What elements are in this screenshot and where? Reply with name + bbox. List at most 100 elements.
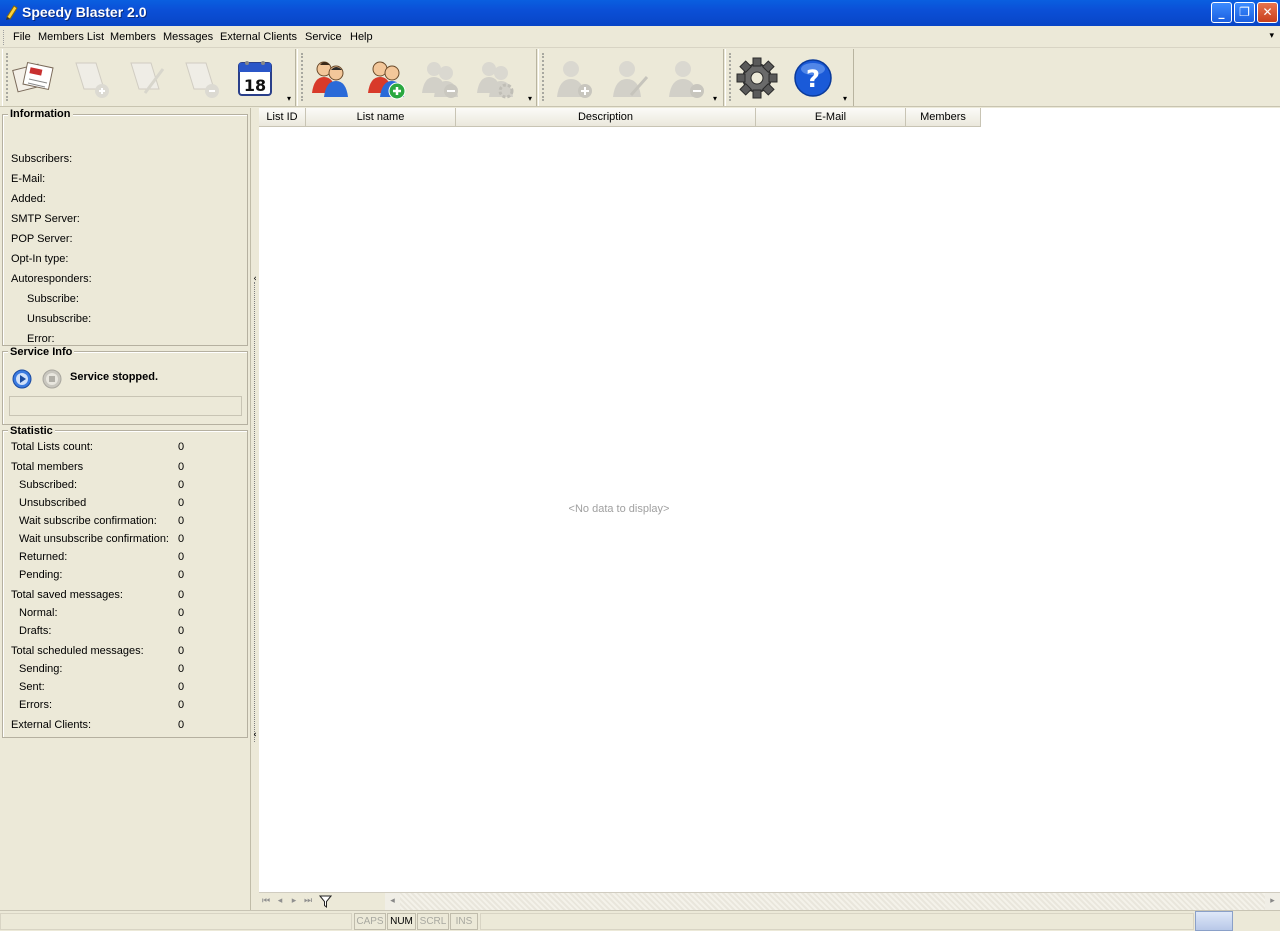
info-subscribers-label: Subscribers: (11, 153, 73, 165)
menu-external-clients[interactable]: External Clients (220, 31, 297, 43)
stat-label: Unsubscribed (19, 497, 87, 509)
scroll-left-icon[interactable]: ◂ (385, 893, 400, 910)
menu-bar: File Members List Members Messages Exter… (0, 27, 1280, 48)
status-caps: CAPS (354, 913, 386, 930)
statistic-title: Statistic (8, 425, 55, 437)
window-title: Speedy Blaster 2.0 (22, 4, 147, 20)
edit-document-icon (130, 62, 165, 94)
toolbar-grip (729, 53, 732, 101)
restore-button[interactable]: ❐ (1234, 2, 1255, 23)
toolbar-grip (542, 53, 545, 101)
scroll-right-icon[interactable]: ▸ (1265, 893, 1280, 910)
minimize-button[interactable]: _ (1211, 2, 1232, 23)
collapse-left-icon[interactable]: ‹ (251, 730, 259, 740)
stat-label: Wait unsubscribe confirmation: (19, 533, 169, 545)
remove-user-icon (422, 62, 458, 98)
service-info-title: Service Info (8, 346, 75, 358)
stat-value: 0 (178, 645, 185, 657)
stat-label: Sent: (19, 681, 45, 693)
settings-button[interactable] (734, 55, 782, 101)
edit-message-button (605, 55, 653, 101)
add-message-button (549, 55, 597, 101)
toolbar-dropdown-icon[interactable]: ▾ (843, 94, 847, 103)
menu-help[interactable]: Help (350, 31, 373, 43)
stat-value: 0 (178, 625, 185, 637)
stat-label: Errors: (19, 699, 52, 711)
stat-value: 0 (178, 479, 185, 491)
newspapers-icon (12, 61, 54, 93)
app-icon (6, 5, 18, 20)
scheduler-button[interactable]: 18 (233, 55, 281, 101)
stat-label: Total members (11, 461, 84, 473)
info-optin-label: Opt-In type: (11, 253, 69, 265)
status-bar: CAPS NUM SCRL INS (0, 910, 1280, 931)
next-record-icon[interactable]: ▸ (287, 894, 301, 908)
start-service-icon[interactable] (11, 368, 33, 390)
stat-value: 0 (178, 569, 185, 581)
close-button[interactable]: ✕ (1257, 2, 1278, 23)
stat-label: External Clients: (11, 719, 92, 731)
left-panel: Information Subscribers: E-Mail: Added: … (0, 108, 251, 910)
lists-button[interactable] (11, 55, 59, 101)
stat-label: Wait subscribe confirmation: (19, 515, 157, 527)
calendar-icon: 18 (238, 61, 272, 96)
menu-members-list[interactable]: Members List (38, 31, 104, 43)
add-list-button (68, 55, 116, 101)
calendar-day: 18 (244, 76, 266, 95)
toolbar: 18 ▾ ▾ ▾ ? ▾ (0, 49, 1280, 107)
toolbar-dropdown-icon[interactable]: ▾ (287, 94, 291, 103)
stat-value: 0 (178, 461, 185, 473)
panel-splitter[interactable]: ‹ ‹ (251, 108, 259, 910)
information-title: Information (8, 108, 73, 120)
status-panel-main (0, 913, 352, 930)
info-added-label: Added: (11, 193, 46, 205)
stat-label: Returned: (19, 551, 68, 563)
menu-file[interactable]: File (13, 31, 31, 43)
stat-label: Normal: (19, 607, 58, 619)
user-settings-icon (477, 62, 514, 99)
last-record-icon[interactable]: ⏭ (301, 894, 315, 908)
members-list-grid[interactable]: List ID List name Description E-Mail Mem… (259, 108, 1280, 892)
status-ins: INS (450, 913, 478, 930)
stat-label: Total scheduled messages: (11, 645, 144, 657)
column-header-list-id[interactable]: List ID (259, 108, 306, 127)
stat-label: Pending: (19, 569, 63, 581)
status-num: NUM (387, 913, 416, 930)
horizontal-scrollbar[interactable]: ◂ ▸ (385, 893, 1280, 910)
menu-messages[interactable]: Messages (163, 31, 213, 43)
menu-overflow-icon[interactable]: ▾ (1269, 31, 1274, 41)
stat-value: 0 (178, 441, 185, 453)
info-smtp-label: SMTP Server: (11, 213, 80, 225)
menu-members[interactable]: Members (110, 31, 156, 43)
stat-value: 0 (178, 699, 185, 711)
add-member-button[interactable] (362, 55, 410, 101)
filter-icon[interactable] (319, 895, 332, 908)
window-thumbnail-icon[interactable] (1195, 911, 1233, 931)
stat-label: Total saved messages: (11, 589, 123, 601)
prev-record-icon[interactable]: ◂ (273, 894, 287, 908)
remove-member-button (416, 55, 464, 101)
remove-document-icon (185, 62, 219, 98)
info-unsubscribe-label: Unsubscribe: (27, 313, 92, 325)
help-button[interactable]: ? (790, 55, 838, 101)
stat-label: Sending: (19, 663, 63, 675)
delete-list-button (178, 55, 226, 101)
edit-person-icon (613, 61, 649, 97)
statistic-group: Statistic Total Lists count: 0 Total memb… (2, 425, 248, 738)
column-header-members[interactable]: Members (906, 108, 981, 127)
toolbar-grip (301, 53, 304, 101)
toolbar-dropdown-icon[interactable]: ▾ (528, 94, 532, 103)
splitter-grip (254, 282, 256, 742)
info-error-label: Error: (27, 333, 55, 345)
column-header-email[interactable]: E-Mail (756, 108, 906, 127)
stat-value: 0 (178, 497, 185, 509)
column-header-description[interactable]: Description (456, 108, 756, 127)
toolbar-group-lists: 18 ▾ (2, 49, 296, 106)
column-header-list-name[interactable]: List name (306, 108, 456, 127)
stat-label: Subscribed: (19, 479, 78, 491)
menu-service[interactable]: Service (305, 31, 342, 43)
first-record-icon[interactable]: ⏮ (259, 894, 273, 908)
members-button[interactable] (306, 55, 354, 101)
toolbar-dropdown-icon[interactable]: ▾ (713, 94, 717, 103)
info-email-label: E-Mail: (11, 173, 46, 185)
